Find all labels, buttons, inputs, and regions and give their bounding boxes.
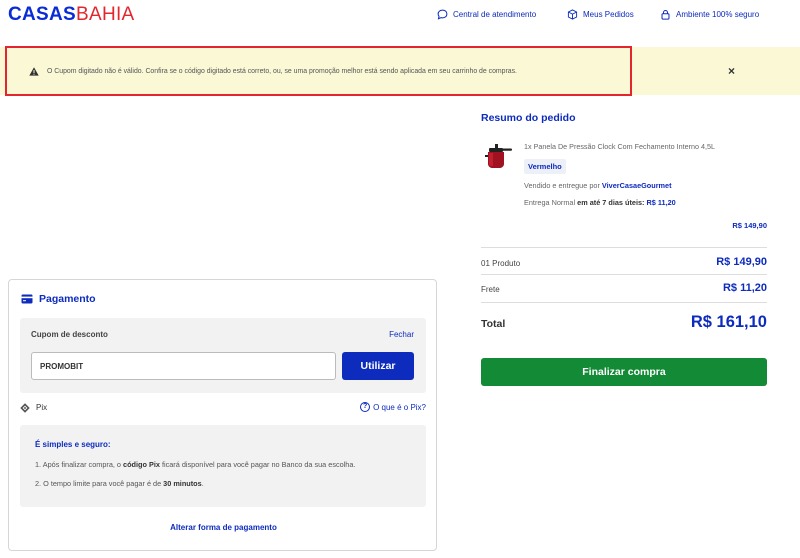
warning-icon [29,66,39,76]
pix-info-item-1-prefix: 1. Após finalizar compra, o [35,460,124,469]
customer-service-label: Central de atendimento [453,10,537,19]
coupon-error-alert: O Cupom digitado não é válido. Confira s… [5,46,632,96]
pressure-cooker-image [485,144,512,168]
header: CASASBAHIA Central de atendimento Meus P… [0,0,800,30]
product-variant-badge: Vermelho [524,159,566,174]
pix-info-item-1-bold: código Pix [123,460,160,469]
change-payment-link[interactable]: Alterar forma de pagamento [9,523,438,532]
my-orders-label: Meus Pedidos [583,10,634,19]
products-count-label: 01 Produto [481,259,521,268]
pix-label: Pix [36,403,48,412]
pix-icon [20,403,30,413]
shipping-value: R$ 11,20 [722,282,767,294]
logo-text-bahia: BAHIA [76,4,135,25]
shipping-price: R$ 11,20 [646,198,676,207]
question-icon: ? [360,402,371,412]
pix-option[interactable]: Pix ? O que é o Pix? [20,402,426,416]
shipping-deadline: em até 7 dias úteis: [577,198,645,207]
product-shipping: Entrega Normal em até 7 dias úteis: R$ 1… [524,198,676,207]
summary-divider [481,247,767,248]
pix-help-link[interactable]: ? O que é o Pix? [360,402,426,412]
payment-title-text: Pagamento [39,293,96,305]
total-label: Total [481,318,506,330]
pix-info-item-1-suffix: ficará disponível para você pagar no Ban… [159,460,356,469]
finish-purchase-button[interactable]: Finalizar compra [481,358,767,386]
my-orders-link[interactable]: Meus Pedidos [567,9,634,20]
logo-text-casas: CASAS [8,4,77,25]
lock-icon [661,9,670,20]
products-subtotal: R$ 149,90 [716,256,767,268]
pix-info-item-2-bold: 30 minutos [163,479,202,488]
alert-close-button[interactable]: × [728,64,735,78]
coupon-close-link[interactable]: Fechar [389,330,414,339]
coupon-label: Cupom de desconto [31,330,108,339]
shipping-prefix: Entrega Normal [524,198,578,207]
seller-prefix: Vendido e entregue por [524,181,602,190]
apply-coupon-button[interactable]: Utilizar [342,352,414,380]
payment-card: Pagamento Cupom de desconto Fechar Utili… [8,279,437,551]
product-price: R$ 149,90 [732,221,767,230]
box-icon [567,9,578,20]
total-value: R$ 161,10 [690,313,767,331]
credit-card-icon [21,294,33,304]
pix-info-title: É simples e seguro: [35,440,111,449]
pix-info-item-2-prefix: 2. O tempo limite para você pagar é de [35,479,164,488]
product-name: 1x Panela De Pressão Clock Com Fechament… [524,142,715,151]
secure-environment-label: Ambiente 100% seguro [676,10,760,19]
order-summary-title: Resumo do pedido [481,112,576,124]
casas-bahia-logo[interactable]: CASASBAHIA [8,4,135,26]
customer-service-link[interactable]: Central de atendimento [437,9,536,20]
pix-help-label: O que é o Pix? [373,402,426,412]
summary-divider [481,274,767,275]
shipping-label: Frete [481,285,500,294]
summary-divider [481,302,767,303]
pix-info-item-2: 2. O tempo limite para você pagar é de 3… [35,479,204,488]
pix-info-item-2-suffix: . [201,479,204,488]
pix-info-item-1: 1. Após finalizar compra, o código Pix f… [35,460,355,469]
payment-title: Pagamento [21,293,96,305]
pix-info-box: É simples e seguro: 1. Após finalizar co… [20,425,426,507]
coupon-section: Cupom de desconto Fechar Utilizar [20,318,426,393]
alert-message: O Cupom digitado não é válido. Confira s… [47,67,517,75]
coupon-input[interactable] [31,352,336,380]
secure-environment-link[interactable]: Ambiente 100% seguro [660,9,759,20]
chat-icon [437,9,448,20]
product-seller: Vendido e entregue por ViverCasaeGourmet [524,181,672,190]
seller-name[interactable]: ViverCasaeGourmet [602,181,672,190]
